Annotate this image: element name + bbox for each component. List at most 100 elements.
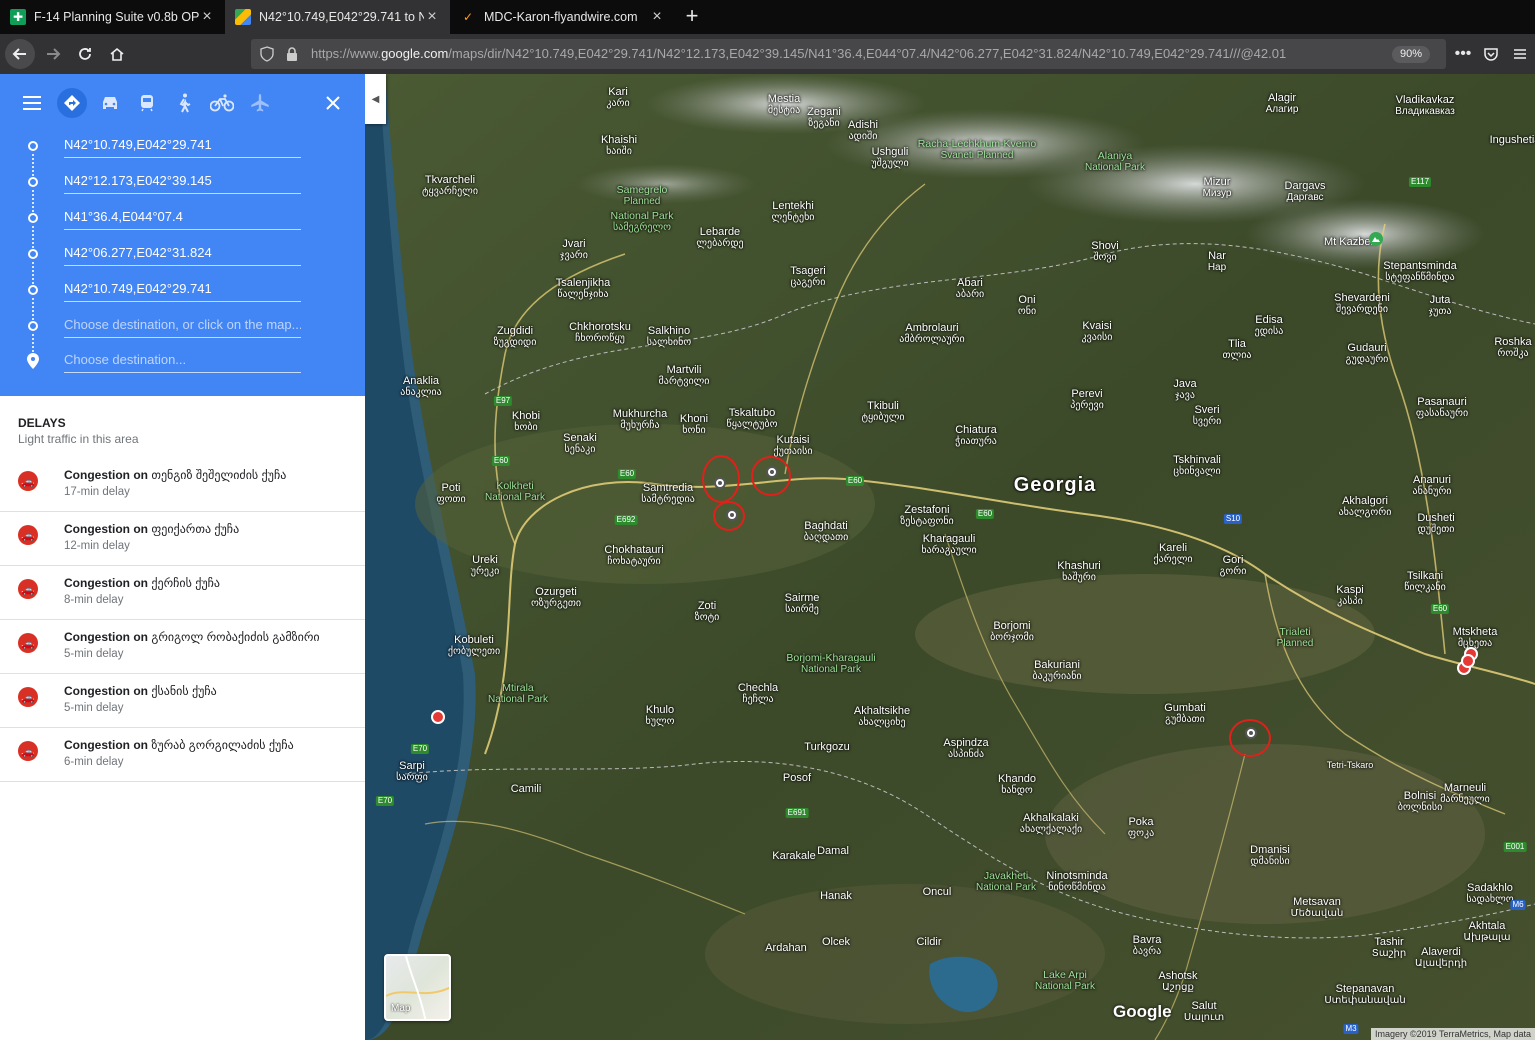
place-label[interactable]: Bakuriani ბაკურიანი — [1032, 659, 1081, 683]
close-directions-button[interactable] — [318, 88, 348, 118]
place-label[interactable]: Tkvarcheli ტყვარჩელი — [422, 174, 478, 198]
place-label[interactable]: Tkibuli ტყიბული — [861, 400, 904, 424]
forward-button[interactable] — [38, 39, 68, 69]
place-label[interactable]: Tskaltubo წყალტუბო — [727, 407, 778, 431]
place-label[interactable]: Shevardeni შევარდენი — [1334, 292, 1390, 316]
waypoint-marker[interactable] — [28, 285, 38, 295]
place-label[interactable]: Kutaisi ქუთაისი — [773, 434, 812, 458]
place-label[interactable]: Damal — [817, 845, 849, 857]
waypoint-input-4[interactable]: N42°06.277,E042°31.824 — [64, 242, 301, 266]
place-label[interactable]: Mukhurcha მუხურჩა — [613, 408, 667, 432]
page-actions-button[interactable]: ••• — [1448, 39, 1478, 69]
park-label[interactable]: Kolkheti National Park — [485, 480, 545, 504]
place-label[interactable]: Stepantsminda სტეფანწმინდა — [1383, 260, 1456, 284]
close-tab-icon[interactable]: × — [424, 8, 440, 26]
park-label[interactable]: National Park სამეგრელო — [610, 210, 673, 234]
place-label[interactable]: Oncul — [923, 886, 952, 898]
delay-item[interactable]: 🚗 Congestion on ზურაბ გორგილაძის ქუჩა 6-… — [0, 728, 365, 782]
place-label[interactable]: Kari კარი — [606, 86, 629, 110]
place-label[interactable]: Samtredia სამტრედია — [641, 482, 695, 506]
place-label[interactable]: Ninotsminda ნინოწმინდა — [1046, 870, 1107, 894]
park-label[interactable]: Mtirala National Park — [488, 682, 548, 706]
waypoint-marker[interactable] — [28, 141, 38, 151]
mode-cycling-button[interactable] — [207, 88, 237, 118]
place-label[interactable]: Adishi ადიში — [848, 119, 878, 143]
collapse-panel-button[interactable]: ◀ — [365, 74, 386, 124]
place-label[interactable]: Khashuri ხაშური — [1057, 560, 1100, 584]
place-label[interactable]: Gumbati გუმბათი — [1164, 702, 1206, 726]
park-label[interactable]: Borjomi-Kharagauli National Park — [786, 652, 875, 676]
satellite-map[interactable]: ◀ Kari კარი Mestia მესტია Zegani ზეგანი Adi… — [365, 74, 1535, 1040]
place-label[interactable]: Tskhinvali ცხინვალი — [1173, 454, 1221, 478]
place-label[interactable]: Dusheti დუშეთი — [1417, 512, 1454, 536]
traffic-incident-marker[interactable] — [431, 710, 445, 724]
tab-planning-suite[interactable]: ✚ F-14 Planning Suite v0.8b OPEN × — [0, 0, 225, 34]
place-label[interactable]: Bolnisi ბოლნისი — [1398, 790, 1442, 814]
map-attribution[interactable]: Imagery ©2019 TerraMetrics, Map data — [1370, 1028, 1535, 1040]
place-label[interactable]: Ashotsk Աշոցք — [1158, 970, 1197, 994]
place-label[interactable]: Khando ხანდო — [998, 773, 1036, 797]
place-label[interactable]: Gori გორი — [1220, 554, 1247, 578]
close-tab-icon[interactable]: × — [649, 8, 665, 26]
delay-item[interactable]: 🚗 Congestion on ქერჩის ქუჩა 8-min delay — [0, 566, 365, 620]
place-label[interactable]: Kharagauli ხარაგაული — [921, 533, 976, 557]
mode-driving-button[interactable] — [95, 88, 125, 118]
waypoint-marker[interactable] — [28, 213, 38, 223]
place-label[interactable]: Martvili მარტვილი — [659, 364, 710, 388]
place-label[interactable]: Salut Սալուտ — [1184, 1000, 1224, 1024]
place-label[interactable]: Metsavan Մեծավան — [1291, 896, 1344, 920]
place-label[interactable]: Senaki სენაკი — [563, 432, 597, 456]
place-label[interactable]: Akhalkalaki ახალქალაქი — [1020, 812, 1082, 836]
delay-item[interactable]: 🚗 Congestion on ქსანის ქუჩა 5-min delay — [0, 674, 365, 728]
waypoint-marker[interactable] — [28, 177, 38, 187]
waypoint-input-1[interactable]: N42°10.749,E042°29.741 — [64, 134, 301, 158]
place-label[interactable]: Chiatura ჭიათურა — [955, 424, 997, 448]
place-label[interactable]: Shovi შოვი — [1091, 240, 1119, 264]
place-label[interactable]: Sadakhlo სადახლო — [1466, 882, 1513, 906]
place-label[interactable]: Tlia თლია — [1223, 338, 1252, 362]
delay-item[interactable]: 🚗 Congestion on გრიგოლ რობაქიძის გამზირი… — [0, 620, 365, 674]
destination-input-final[interactable]: Choose destination... — [64, 349, 301, 373]
place-label[interactable]: Mestia მესტია — [768, 93, 800, 117]
tab-flyandwire[interactable]: ✓ MDC-Karon-flyandwire.com × — [450, 0, 675, 34]
place-label[interactable]: Sarpi სარფი — [396, 760, 428, 784]
place-label[interactable]: Borjomi ბორჯომი — [990, 620, 1034, 644]
place-label[interactable]: Anaklia ანაკლია — [400, 375, 441, 399]
mode-flight-button[interactable] — [245, 88, 275, 118]
place-label[interactable]: Akhtala Ախթալա — [1463, 920, 1510, 944]
place-label[interactable]: Sairme საირმე — [785, 592, 820, 616]
place-label[interactable]: Dargavs Даргавс — [1285, 180, 1326, 204]
delay-item[interactable]: 🚗 Congestion on ფეიქართა ქუჩა 12-min del… — [0, 512, 365, 566]
place-label[interactable]: Cildir — [916, 936, 941, 948]
place-label[interactable]: Aspindza ასპინძა — [943, 737, 988, 761]
url-text[interactable]: https://www.google.com/maps/dir/N42°10.7… — [311, 46, 1331, 61]
close-tab-icon[interactable]: × — [199, 8, 215, 26]
mode-best-button[interactable] — [57, 88, 87, 118]
place-label[interactable]: Khoni ხონი — [680, 413, 708, 437]
menu-button[interactable] — [1505, 39, 1535, 69]
waypoint-input-3[interactable]: N41°36.4,E044°07.4 — [64, 206, 301, 230]
place-label[interactable]: Marneuli მარნეული — [1440, 782, 1490, 806]
place-label[interactable]: Akhaltsikhe ახალციხე — [854, 705, 910, 729]
back-button[interactable] — [5, 39, 35, 69]
place-label[interactable]: Tsalenjikha წალენჯიხა — [556, 277, 610, 301]
place-label[interactable]: Edisa ედისა — [1255, 314, 1284, 338]
place-label[interactable]: Sveri სვერი — [1193, 404, 1222, 428]
lock-icon[interactable] — [285, 46, 299, 62]
url-bar[interactable]: https://www.google.com/maps/dir/N42°10.7… — [251, 39, 1446, 69]
place-label[interactable]: Tsageri ცაგერი — [790, 265, 825, 289]
place-label[interactable]: Ureki ურეკი — [471, 554, 500, 578]
place-label[interactable]: Baghdati ბაღდათი — [804, 520, 849, 544]
park-label[interactable]: Alaniya National Park — [1085, 150, 1145, 174]
place-label[interactable]: Abari აბარი — [956, 277, 984, 301]
place-label[interactable]: Ambrolauri ამბროლაური — [899, 322, 964, 346]
place-label[interactable]: Mizur Мизур — [1203, 176, 1232, 200]
park-label[interactable]: Trialeti Planned — [1277, 626, 1314, 650]
place-label[interactable]: Hanak — [820, 890, 852, 902]
place-label[interactable]: Tetri-Tskaro — [1327, 759, 1374, 771]
park-label[interactable]: Lake Arpi National Park — [1035, 969, 1095, 993]
park-label[interactable]: Racha-Lechkhum-Kvemo Svaneti Planned — [918, 138, 1036, 162]
place-label[interactable]: Poti ფოთი — [436, 482, 465, 506]
mode-transit-button[interactable] — [132, 88, 162, 118]
reload-button[interactable] — [70, 39, 100, 69]
